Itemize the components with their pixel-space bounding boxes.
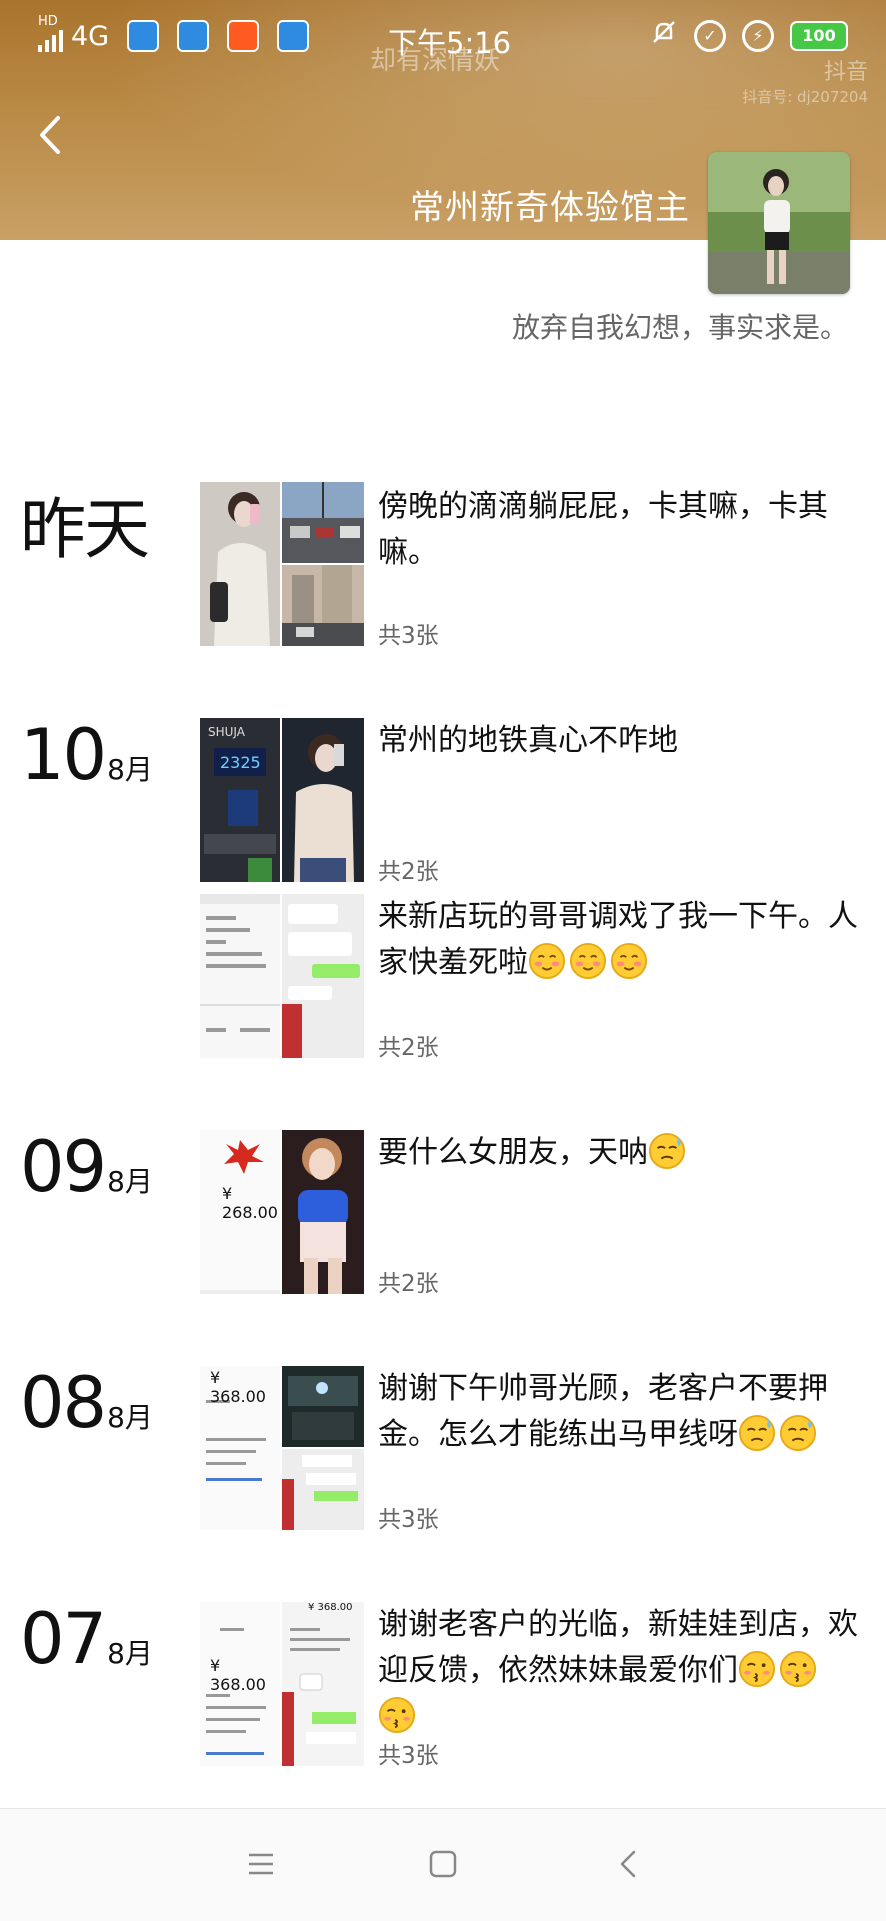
date-label: 098月 xyxy=(20,1126,153,1208)
photo-count: 共3张 xyxy=(378,1743,439,1769)
post-photos[interactable]: SHUJA 2325 xyxy=(200,718,364,882)
app-notification-icon xyxy=(177,20,210,52)
network-type: 4G xyxy=(71,20,110,52)
hd-indicator: HD xyxy=(38,14,58,29)
post-photo xyxy=(200,894,280,1058)
menu-icon[interactable] xyxy=(246,1849,276,1879)
profile-name: 常州新奇体验馆主 xyxy=(410,188,690,228)
post-photo xyxy=(282,718,364,882)
battery-icon: 100 xyxy=(790,20,848,51)
day-number: 07 xyxy=(20,1598,107,1680)
blush-emoji-icon xyxy=(610,942,648,980)
photo-count: 共3张 xyxy=(378,1507,439,1533)
post-text[interactable]: 要什么女朋友，天呐 xyxy=(378,1130,858,1176)
post-photo: ¥ 368.00 xyxy=(282,1602,364,1766)
chevron-left-icon xyxy=(40,116,60,154)
post-photos[interactable]: ¥ 268.00 xyxy=(200,1130,364,1294)
post-photo xyxy=(282,482,364,563)
avatar[interactable] xyxy=(708,152,850,294)
charging-icon: ⚡ xyxy=(742,19,774,52)
mute-icon xyxy=(650,18,678,53)
post-text[interactable]: 常州的地铁真心不咋地 xyxy=(378,718,858,764)
month-label: 8月 xyxy=(107,753,153,786)
month-label: 8月 xyxy=(107,1165,153,1198)
date-label: 088月 xyxy=(20,1362,153,1444)
date-label: 108月 xyxy=(20,714,153,796)
post-photos[interactable] xyxy=(200,482,364,646)
post-photo xyxy=(282,1130,364,1294)
metro-brand: SHUJA xyxy=(208,725,246,739)
post-photo xyxy=(200,482,280,646)
price-label: ¥ 368.00 xyxy=(210,1656,266,1694)
watermark-id: 抖音号: dj207204 xyxy=(742,88,868,106)
post-photo xyxy=(282,1449,364,1530)
app-notification-icon xyxy=(227,20,260,52)
post-photos[interactable] xyxy=(200,894,364,1058)
kiss-emoji-icon xyxy=(738,1650,776,1688)
sweat-relief-emoji-icon xyxy=(648,1132,686,1170)
back-icon[interactable] xyxy=(614,1849,644,1879)
sweat-relief-emoji-icon xyxy=(738,1414,776,1452)
metro-display: 2325 xyxy=(220,753,261,772)
day-number: 08 xyxy=(20,1362,107,1444)
month-label: 8月 xyxy=(107,1637,153,1670)
date-label: 078月 xyxy=(20,1598,153,1680)
photo-count: 共3张 xyxy=(378,623,439,649)
blush-emoji-icon xyxy=(569,942,607,980)
post-photo: ¥ 268.00 xyxy=(200,1130,280,1294)
day-label: 昨天 xyxy=(20,491,150,568)
post-photo: ¥ 368.00 xyxy=(200,1366,280,1530)
date-label-yesterday: 昨天 xyxy=(20,476,150,572)
system-navigation-bar xyxy=(0,1808,886,1921)
kiss-emoji-icon xyxy=(378,1696,416,1734)
post-photo: ¥ 368.00 xyxy=(200,1602,280,1766)
kiss-emoji-icon xyxy=(779,1650,817,1688)
blush-emoji-icon xyxy=(528,942,566,980)
home-icon[interactable] xyxy=(428,1849,458,1879)
post-photo xyxy=(282,894,364,1058)
post-text[interactable]: 来新店玩的哥哥调戏了我一下午。人家快羞死啦 xyxy=(378,894,858,986)
photo-count: 共2张 xyxy=(378,1271,439,1297)
post-text[interactable]: 谢谢老客户的光临，新娃娃到店，欢迎反馈，依然妹妹最爱你们 xyxy=(378,1602,858,1740)
post-text[interactable]: 谢谢下午帅哥光顾，老客户不要押金。怎么才能练出马甲线呀 xyxy=(378,1366,858,1458)
signal-icon xyxy=(38,28,63,52)
post-photos[interactable]: ¥ 368.00 ¥ 368.00 xyxy=(200,1602,364,1766)
post-photo: SHUJA 2325 xyxy=(200,718,280,882)
day-number: 10 xyxy=(20,714,107,796)
photo-count: 共2张 xyxy=(378,859,439,885)
month-label: 8月 xyxy=(107,1401,153,1434)
douyin-watermark: 抖音 抖音号: dj207204 xyxy=(742,54,868,107)
video-watermark-overlay: 却有深情妖 xyxy=(370,46,501,76)
back-button[interactable] xyxy=(32,110,72,160)
post-photo xyxy=(282,1366,364,1447)
day-number: 09 xyxy=(20,1126,107,1208)
app-notification-icon xyxy=(127,20,160,52)
profile-motto: 放弃自我幻想，事实求是。 xyxy=(511,311,848,344)
post-photos[interactable]: ¥ 368.00 xyxy=(200,1366,364,1530)
post-photo xyxy=(282,565,364,646)
app-notification-icon xyxy=(277,20,310,52)
price-label: ¥ 268.00 xyxy=(222,1184,278,1222)
sweat-relief-emoji-icon xyxy=(779,1414,817,1452)
watermark-brand: 抖音 xyxy=(823,60,868,85)
post-text-content: 要什么女朋友，天呐 xyxy=(378,1135,648,1170)
photo-count: 共2张 xyxy=(378,1035,439,1061)
price-label: ¥ 368.00 xyxy=(308,1602,353,1613)
alarm-icon: ✓ xyxy=(694,19,726,52)
post-text[interactable]: 傍晚的滴滴躺屁屁，卡其嘛，卡其嘛。 xyxy=(378,484,858,576)
price-label: ¥ 368.00 xyxy=(210,1368,266,1406)
